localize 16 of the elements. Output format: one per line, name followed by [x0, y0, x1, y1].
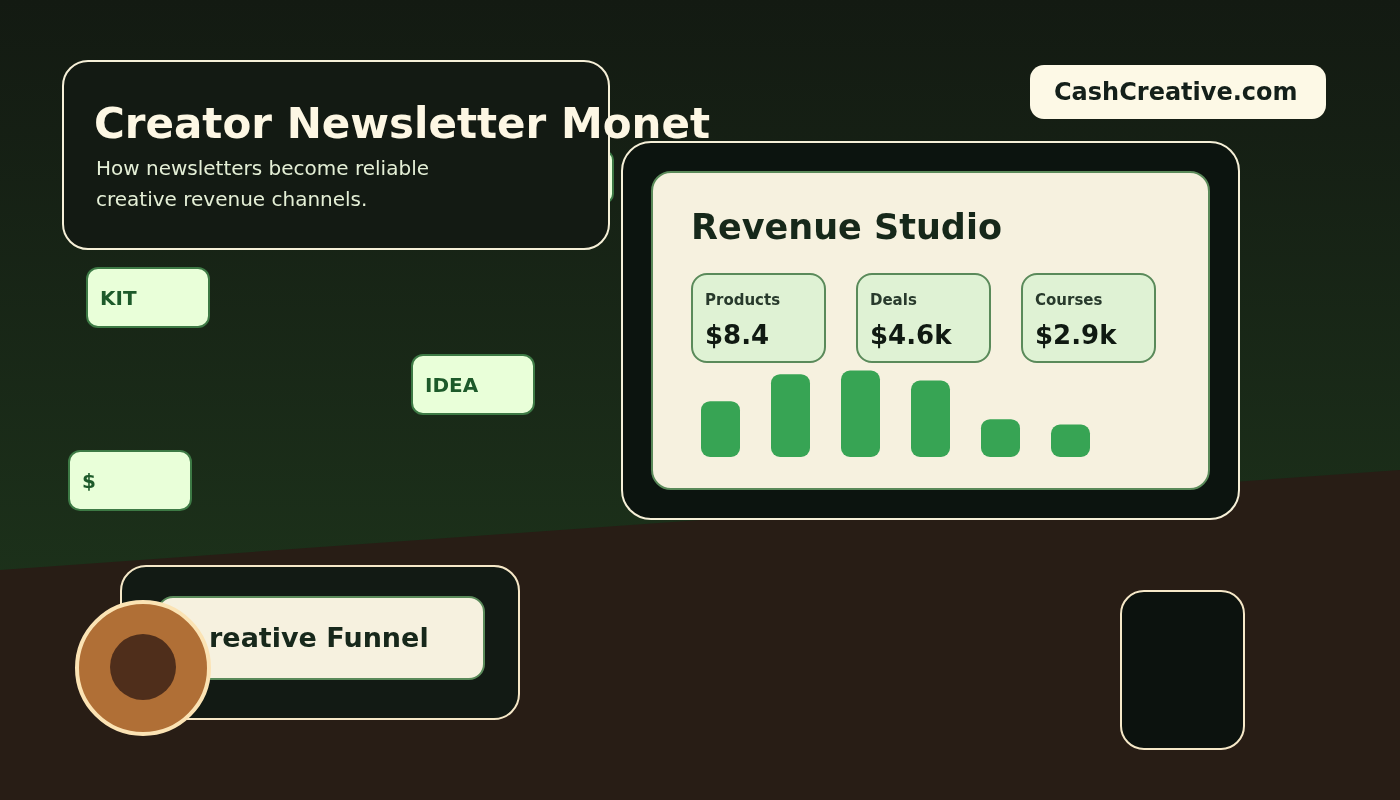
donut-icon — [75, 600, 211, 736]
stat-label: Deals — [870, 290, 918, 311]
stat-label: Courses — [1035, 290, 1104, 311]
chart-bar — [981, 419, 1020, 457]
chart-bar — [701, 401, 740, 457]
hero-subtitle: How newsletters become reliable creative revenue channels. — [96, 155, 430, 213]
dashboard-title: Revenue Studio — [691, 206, 1003, 249]
tag-chip: IDEA — [411, 354, 535, 415]
stat-label: Products — [705, 290, 782, 311]
stat-value: $2.9k — [1035, 318, 1118, 352]
chart-bar — [1051, 424, 1090, 457]
tag-chip: KIT — [86, 267, 210, 328]
stat-value: $4.6k — [870, 318, 953, 352]
brand-label: CashCreative.com — [1030, 65, 1326, 119]
stat-value: $8.4 — [705, 318, 771, 352]
tag-chip: $ — [68, 450, 192, 511]
